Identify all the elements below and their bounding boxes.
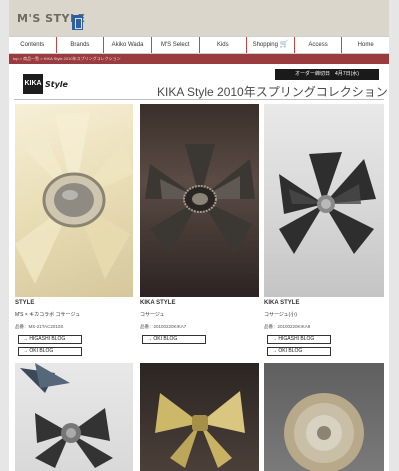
product-brand-1: STYLE	[15, 300, 35, 306]
page-title: KIKA Style 2010年スプリングコレクション	[157, 85, 388, 99]
oki-blog-button-3[interactable]: → OKI BLOG	[267, 347, 331, 356]
kika-style-logo: KIKA Style	[23, 74, 68, 94]
product-name-1[interactable]: M'S × キカコラボ コサージュ	[15, 311, 80, 318]
oki-blog-button-2[interactable]: → OKI BLOG	[142, 335, 206, 344]
nav-item-shopping[interactable]: Shopping 🛒	[247, 37, 295, 53]
product-brand-3: KIKA STYLE	[264, 300, 300, 306]
breadcrumb: top > 商品一覧 > KIKA Style 2010年スプリングコレクション	[9, 54, 389, 64]
nav-item-home[interactable]: Home	[342, 37, 389, 53]
nav-item-kids[interactable]: Kids	[200, 37, 248, 53]
page-frame: M'S STYLE Contents Brands Akiko Wada M'S…	[9, 0, 389, 471]
product-photo-4[interactable]	[15, 363, 133, 471]
nav-shopping-label: Shopping	[252, 42, 278, 48]
product-photo-2[interactable]	[140, 104, 259, 297]
kika-logo-box: KIKA	[23, 74, 43, 94]
order-deadline-badge: オーダー締切日 4月7日(水)	[275, 69, 379, 80]
product-brand-2: KIKA STYLE	[140, 300, 176, 306]
higashi-blog-button-1[interactable]: → HIGASHI BLOG	[18, 335, 82, 344]
product-code-1: 品番：MS-21TAC2010S	[15, 324, 64, 329]
product-photo-1[interactable]	[15, 104, 133, 297]
site-header: M'S STYLE	[9, 0, 389, 36]
logo-mark-icon	[72, 15, 83, 30]
title-divider	[14, 99, 384, 100]
nav-item-ms-select[interactable]: M'S Select	[152, 37, 200, 53]
product-name-3[interactable]: コサージュ(小)	[264, 311, 297, 318]
kika-logo-style: Style	[45, 79, 68, 89]
higashi-blog-button-3[interactable]: → HIGASHI BLOG	[267, 335, 331, 344]
product-code-3: 品番：20100220KIKA9	[264, 324, 311, 329]
product-code-2: 品番：20100220KIKA7	[140, 324, 187, 329]
oki-blog-button-1[interactable]: → OKI BLOG	[18, 347, 82, 356]
product-name-2[interactable]: コサージュ	[140, 311, 165, 318]
main-nav: Contents Brands Akiko Wada M'S Select Ki…	[9, 36, 389, 54]
product-photo-3[interactable]	[264, 104, 384, 297]
nav-item-brands[interactable]: Brands	[57, 37, 105, 53]
product-photo-5[interactable]	[140, 363, 259, 471]
nav-item-contents[interactable]: Contents	[9, 37, 57, 53]
nav-item-akiko-wada[interactable]: Akiko Wada	[104, 37, 152, 53]
nav-item-access[interactable]: Access	[295, 37, 343, 53]
cart-icon: 🛒	[279, 41, 289, 48]
product-photo-6[interactable]	[264, 363, 384, 471]
